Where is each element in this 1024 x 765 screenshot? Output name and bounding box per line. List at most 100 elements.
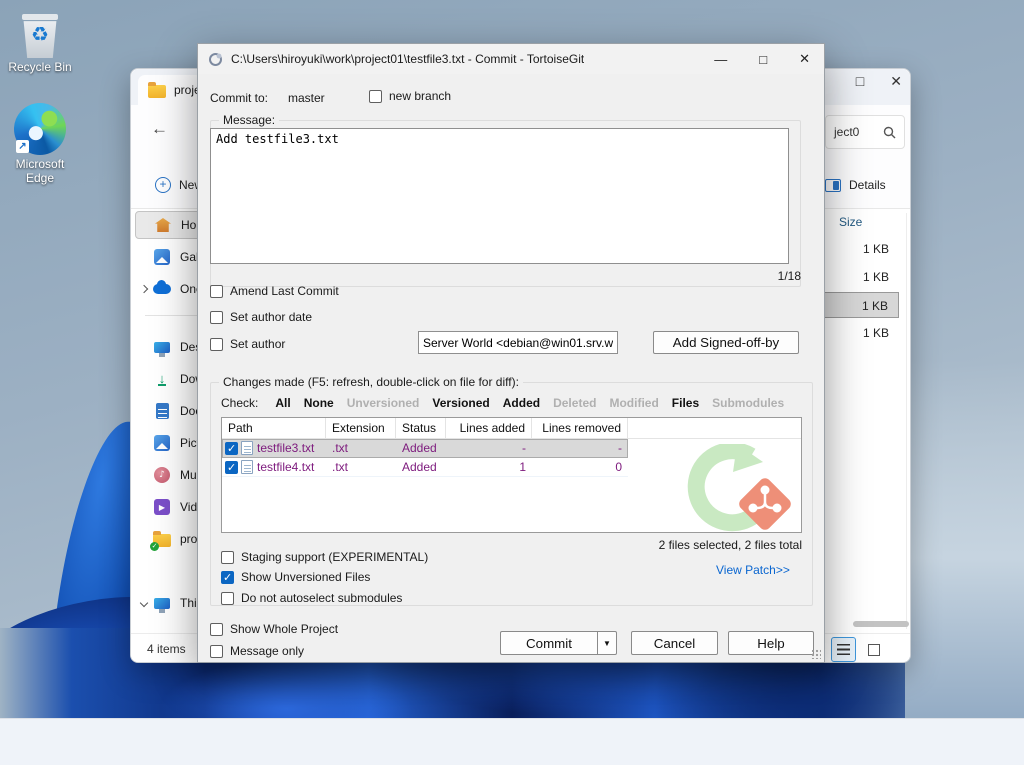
minimize-button[interactable]: — [714,52,727,67]
message-only-checkbox[interactable] [210,645,223,658]
folder-sync-icon: ✓ [153,530,171,548]
size-cell[interactable]: 1 KB [821,264,899,290]
column-header-status[interactable]: Status [396,418,446,438]
maximize-button[interactable]: □ [759,52,767,67]
home-icon [154,216,172,234]
new-branch-checkbox[interactable] [369,90,382,103]
filter-files[interactable]: Files [672,396,699,410]
tortoisegit-commit-dialog: C:\Users\hiroyuki\work\project01\testfil… [197,43,825,663]
amend-label: Amend Last Commit [230,284,339,298]
filter-modified: Modified [609,396,658,410]
onedrive-icon [153,280,171,298]
back-arrow-icon[interactable]: ← [151,119,168,139]
explorer-maximize-button[interactable]: □ [856,73,864,90]
size-cell[interactable]: 1 KB [821,236,899,262]
pictures-icon [153,434,171,452]
check-filter-row: Check: All None Unversioned Versioned Added D… [221,396,784,410]
desktop-icon [153,338,171,356]
add-signed-off-by-button[interactable]: Add Signed-off-by [653,331,799,354]
commit-dropdown-button[interactable]: ▼ [597,631,617,655]
amend-checkbox[interactable] [210,285,223,298]
desktop-icon-recycle-bin[interactable]: ♻ Recycle Bin [2,12,78,75]
file-checkbox[interactable] [225,461,238,474]
no-autoselect-label: Do not autoselect submodules [241,591,402,605]
size-column-header[interactable]: Size [839,215,862,229]
details-view-button[interactable]: Details [825,171,886,199]
lines-added: 1 [446,460,532,474]
folder-icon [148,85,166,98]
lines-removed: 0 [532,460,628,474]
staging-label: Staging support (EXPERIMENTAL) [241,550,428,564]
changed-files-table: PathExtensionStatusLines addedLines remo… [221,417,802,533]
no-autoselect-row: Do not autoselect submodules [221,591,402,605]
search-icon [883,126,896,139]
help-button[interactable]: Help [728,631,814,655]
resize-grip[interactable] [811,649,821,659]
view-patch-link[interactable]: View Patch>> [716,563,790,577]
staging-row: Staging support (EXPERIMENTAL) [221,550,428,564]
downloads-icon: ↓ [153,370,171,388]
show-unversioned-checkbox[interactable] [221,571,234,584]
plus-icon: + [155,177,171,193]
show-whole-project-label: Show Whole Project [230,622,338,636]
filter-none[interactable]: None [304,396,334,410]
list-view-icon [837,644,850,655]
cancel-button[interactable]: Cancel [631,631,718,655]
column-header-path[interactable]: Path [222,418,326,438]
filter-versioned[interactable]: Versioned [432,396,489,410]
changes-groupbox: Changes made (F5: refresh, double-click … [210,382,813,606]
lines-removed: - [532,441,628,455]
author-input[interactable] [418,331,618,354]
file-row[interactable]: testfile3.txt.txtAdded-- [222,439,628,458]
close-button[interactable]: ✕ [799,51,810,67]
filter-deleted: Deleted [553,396,596,410]
dialog-title: C:\Users\hiroyuki\work\project01\testfil… [231,52,584,66]
set-author-date-checkbox[interactable] [210,311,223,324]
file-status: Added [396,460,446,474]
staging-checkbox[interactable] [221,551,234,564]
file-checkbox[interactable] [225,442,238,455]
check-label: Check: [221,396,258,410]
set-author-date-label: Set author date [230,310,312,324]
show-whole-project-checkbox[interactable] [210,623,223,636]
no-autoselect-checkbox[interactable] [221,592,234,605]
show-unversioned-label: Show Unversioned Files [241,570,370,584]
filter-all[interactable]: All [275,396,290,410]
commit-button[interactable]: Commit [500,631,597,655]
chevron-right-icon[interactable] [140,285,148,293]
set-author-date-row: Set author date [210,310,312,324]
videos-icon: ▶ [153,498,171,516]
gallery-icon [153,248,171,266]
file-extension: .txt [326,460,396,474]
commit-message-input[interactable]: Add testfile3.txt [210,128,789,264]
file-path: testfile3.txt [257,441,314,455]
horizontal-scrollbar[interactable] [853,621,909,627]
explorer-search-text: ject0 [834,125,859,139]
desktop-icon-edge[interactable]: ↗ Microsoft Edge [2,103,78,186]
message-position-counter: 1/18 [210,269,801,283]
column-header-lines-added[interactable]: Lines added [446,418,532,438]
column-header-extension[interactable]: Extension [326,418,396,438]
size-cell[interactable]: 1 KB [821,292,899,318]
filter-submodules: Submodules [712,396,784,410]
file-row[interactable]: testfile4.txt.txtAdded10 [222,458,628,477]
chevron-down-icon[interactable] [140,599,148,607]
filter-added[interactable]: Added [503,396,540,410]
set-author-checkbox[interactable] [210,338,223,351]
icons-layout-button[interactable] [861,637,886,662]
set-author-label: Set author [230,337,285,351]
details-layout-button[interactable] [831,637,856,662]
lines-added: - [446,441,532,455]
size-cell[interactable]: 1 KB [821,320,899,346]
new-branch-label: new branch [389,89,451,103]
filter-unversioned: Unversioned [347,396,420,410]
recycle-bin-label: Recycle Bin [2,61,78,75]
explorer-search-box[interactable]: ject0 [825,115,905,149]
large-icons-icon [868,644,880,656]
explorer-close-button[interactable]: ✕ [890,73,902,90]
details-icon [825,179,841,192]
music-icon: ♪ [153,466,171,484]
message-label: Message: [219,113,279,127]
column-header-lines-removed[interactable]: Lines removed [532,418,628,438]
show-whole-project-row: Show Whole Project [210,622,338,636]
